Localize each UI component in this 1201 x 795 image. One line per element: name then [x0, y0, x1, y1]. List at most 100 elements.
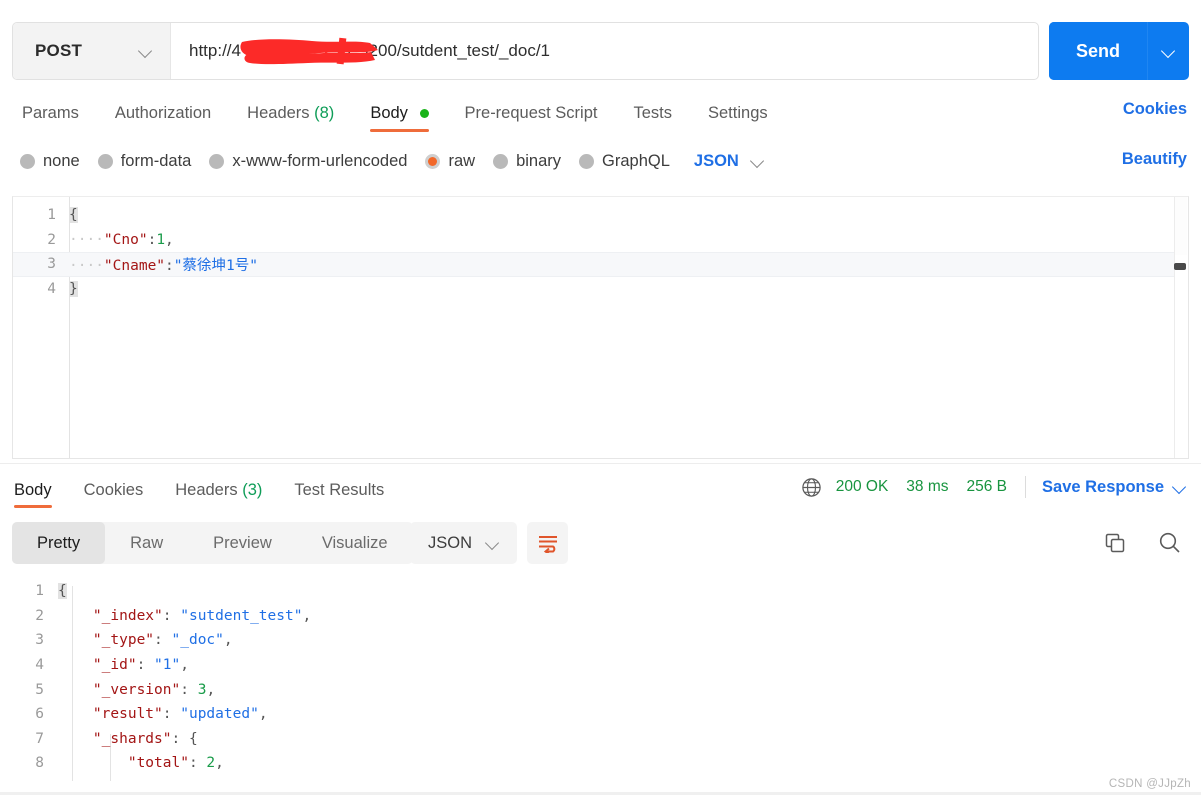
send-button[interactable]: Send: [1049, 22, 1147, 80]
line-number: 7: [35, 730, 44, 747]
save-response-button[interactable]: Save Response: [1042, 478, 1164, 497]
response-body-viewer[interactable]: 1 { 2 "_index": "sutdent_test", 3 "_type…: [0, 574, 1201, 781]
editor-line: 2 ····"Cno":1,: [13, 228, 1188, 253]
chevron-down-icon[interactable]: [1173, 480, 1187, 494]
json-key: "_type": [92, 632, 155, 649]
tab-params[interactable]: Params: [18, 104, 97, 123]
radio-icon: [97, 153, 113, 169]
line-number: 3: [35, 632, 44, 649]
tab-authorization[interactable]: Authorization: [97, 104, 229, 123]
status-code: 200 OK: [835, 478, 889, 495]
response-line: 4 "_id": "1",: [0, 653, 1201, 678]
line-number: 5: [35, 681, 44, 698]
editor-line: 1 {: [13, 203, 1188, 228]
radio-icon: [20, 153, 35, 169]
response-line: 5 "_version": 3,: [0, 677, 1201, 702]
json-key: "_id": [92, 657, 137, 674]
http-method-dropdown[interactable]: POST: [13, 23, 171, 79]
wrap-lines-button[interactable]: [527, 522, 568, 564]
view-mode-visualize[interactable]: Visualize: [297, 522, 413, 564]
line-content: "result": "updated",: [92, 706, 268, 723]
body-type-x-www-form-urlencoded[interactable]: x-www-form-urlencoded: [209, 152, 407, 171]
tab-pre-request-script[interactable]: Pre-request Script: [447, 104, 616, 123]
copy-icon: [1105, 533, 1125, 553]
tab-label: Cookies: [83, 480, 144, 499]
body-present-dot-icon: [419, 108, 429, 118]
body-type-label: none: [43, 151, 80, 170]
raw-format-dropdown[interactable]: JSON: [694, 152, 764, 171]
json-value: {: [188, 730, 198, 747]
chevron-down-icon: [139, 45, 152, 58]
body-type-label: raw: [448, 151, 476, 170]
body-type-form-data[interactable]: form-data: [97, 152, 191, 171]
tab-label: Body: [370, 103, 408, 122]
line-content: "total": 2,: [127, 755, 224, 772]
response-size: 256 B: [966, 478, 1008, 495]
response-meta: 200 OK 38 ms 256 B Save Response: [801, 476, 1187, 498]
line-content: "_id": "1",: [92, 657, 189, 674]
wrap-text-icon: [538, 536, 557, 553]
response-tab-headers[interactable]: Headers (3): [159, 481, 278, 500]
view-mode-preview[interactable]: Preview: [188, 522, 297, 564]
response-line: 1 {: [0, 579, 1201, 604]
response-format-dropdown[interactable]: JSON: [410, 522, 518, 564]
response-format-label: JSON: [428, 533, 473, 552]
search-response-button[interactable]: [1155, 528, 1185, 558]
response-tabs: Body Cookies Headers (3) Test Results: [10, 474, 400, 508]
response-time: 38 ms: [906, 478, 949, 495]
json-value: "1": [154, 657, 181, 674]
line-number: 3: [47, 256, 56, 273]
response-tab-body[interactable]: Body: [10, 481, 68, 508]
response-line: 7 "_shards": {: [0, 727, 1201, 752]
tab-label: Settings: [708, 103, 768, 122]
view-mode-raw[interactable]: Raw: [105, 522, 188, 564]
body-type-label: GraphQL: [602, 151, 670, 170]
radio-icon: [579, 153, 595, 169]
response-line: 8 "total": 2,: [0, 751, 1201, 776]
http-method-label: POST: [35, 41, 83, 60]
tab-label: Authorization: [114, 103, 212, 122]
body-type-binary[interactable]: binary: [493, 152, 561, 171]
tab-headers[interactable]: Headers (8): [229, 104, 352, 123]
line-content: {: [69, 207, 78, 224]
horizontal-scrollbar-thumb[interactable]: [1174, 263, 1186, 270]
request-tabs: Params Authorization Headers (8) Body Pr…: [18, 96, 786, 132]
editor-vertical-scrollbar[interactable]: [1174, 197, 1188, 458]
copy-response-button[interactable]: [1100, 528, 1130, 558]
tab-label: Headers: [175, 480, 238, 499]
line-number: 6: [35, 706, 44, 723]
line-content: "_shards": {: [92, 730, 198, 747]
json-key: "result": [92, 706, 163, 723]
json-key: "_version": [92, 681, 181, 698]
radio-selected-icon: [425, 153, 441, 169]
line-number: 2: [35, 607, 44, 624]
tab-body[interactable]: Body: [352, 103, 446, 132]
request-body-editor[interactable]: 1 { 2 ····"Cno":1, 3 ····"Cname":"蔡徐坤1号"…: [12, 196, 1189, 459]
body-type-label: x-www-form-urlencoded: [232, 151, 408, 170]
scrollbar-thumb[interactable]: [1175, 197, 1187, 255]
editor-line: 4 }: [13, 277, 1188, 302]
body-type-none[interactable]: none: [20, 152, 80, 171]
response-tab-cookies[interactable]: Cookies: [68, 481, 160, 500]
headers-count: (8): [314, 103, 335, 122]
globe-icon: [802, 477, 821, 497]
tab-label: Tests: [633, 103, 672, 122]
request-url-input[interactable]: [171, 23, 1038, 79]
radio-icon: [209, 153, 225, 169]
send-options-caret[interactable]: [1147, 22, 1189, 80]
body-type-label: binary: [516, 151, 562, 170]
body-type-raw[interactable]: raw: [425, 152, 475, 171]
view-mode-pretty[interactable]: Pretty: [12, 522, 106, 564]
tab-tests[interactable]: Tests: [615, 104, 690, 123]
tab-settings[interactable]: Settings: [690, 104, 786, 123]
tab-label: Test Results: [294, 480, 385, 499]
body-type-graphql[interactable]: GraphQL: [579, 152, 670, 171]
search-icon: [1159, 532, 1180, 553]
response-tab-test-results[interactable]: Test Results: [278, 481, 400, 500]
postman-window: POST Send Params Authorization Headers (…: [0, 0, 1201, 795]
response-line: 6 "result": "updated",: [0, 702, 1201, 727]
line-number: 1: [47, 207, 56, 224]
cookies-link[interactable]: Cookies: [1123, 100, 1187, 119]
beautify-link[interactable]: Beautify: [1122, 150, 1187, 169]
line-content: "_version": 3,: [92, 681, 216, 698]
